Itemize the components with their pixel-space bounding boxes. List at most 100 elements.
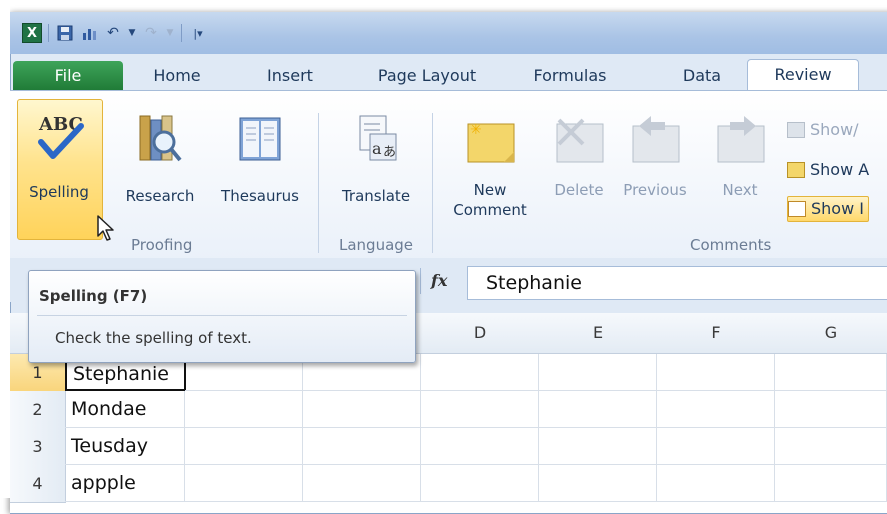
show-hide-comment-icon: [787, 122, 805, 138]
thesaurus-button[interactable]: Thesaurus: [210, 112, 310, 206]
delete-comment-icon: [556, 118, 604, 163]
previous-comment-label: Previous: [623, 181, 687, 199]
next-comment-icon: [717, 116, 765, 163]
tab-formulas[interactable]: Formulas: [520, 61, 620, 91]
grid-cell[interactable]: [539, 354, 657, 391]
customize-icon[interactable]: |▾: [188, 23, 208, 43]
tooltip-title: Spelling (F7): [39, 287, 148, 305]
next-comment-button[interactable]: Next: [708, 112, 772, 200]
grid-cell[interactable]: [185, 465, 303, 502]
grid-cell[interactable]: [775, 428, 887, 465]
spelling-button[interactable]: ABC Spelling: [23, 108, 95, 202]
research-label: Research: [125, 187, 195, 205]
grid-cell[interactable]: [421, 391, 539, 428]
row-header-4[interactable]: 4: [10, 465, 66, 503]
grid-cell[interactable]: [421, 354, 539, 391]
spelling-tooltip: Spelling (F7) Check the spelling of text…: [28, 270, 416, 363]
grid-cell[interactable]: [775, 354, 887, 391]
svg-text:a: a: [372, 139, 382, 158]
tab-data[interactable]: Data: [672, 61, 732, 91]
formula-bar-separator: [420, 268, 421, 294]
column-header-d[interactable]: D: [421, 313, 540, 354]
undo-icon[interactable]: ↶: [103, 23, 123, 43]
tooltip-body: Check the spelling of text.: [55, 329, 252, 347]
show-ink-button[interactable]: Show I: [787, 196, 869, 222]
tab-insert[interactable]: Insert: [250, 61, 330, 91]
new-comment-button[interactable]: ✳ New Comment: [440, 112, 540, 220]
cell-a4[interactable]: appple: [65, 465, 185, 502]
grid-cell[interactable]: [185, 391, 303, 428]
formula-input[interactable]: Stephanie: [467, 266, 887, 300]
grid-cell[interactable]: [421, 428, 539, 465]
tab-home[interactable]: Home: [137, 61, 217, 91]
grid-cell[interactable]: [539, 465, 657, 502]
group-separator: [318, 113, 319, 253]
show-all-comments-label: Show A: [810, 160, 870, 179]
delete-comment-button[interactable]: Delete: [545, 112, 613, 200]
title-bar: X ↶ ▼ ↷ ▼ |▾: [10, 12, 887, 54]
show-all-comments-button[interactable]: Show A: [787, 158, 869, 182]
grid-cell[interactable]: [775, 391, 887, 428]
grid-cell[interactable]: [303, 428, 421, 465]
redo-dropdown-icon[interactable]: ▼: [165, 23, 175, 43]
chart-icon[interactable]: [79, 23, 99, 43]
new-comment-icon: ✳: [467, 122, 515, 163]
save-icon[interactable]: [55, 23, 75, 43]
research-button[interactable]: Research: [118, 112, 202, 206]
thesaurus-label: Thesaurus: [221, 187, 299, 205]
research-icon: [139, 115, 182, 162]
tab-review[interactable]: Review: [747, 59, 859, 92]
show-ink-icon: [788, 201, 806, 217]
qat-separator: [181, 24, 182, 42]
next-comment-label: Next: [722, 181, 758, 199]
excel-icon[interactable]: X: [22, 23, 42, 43]
grid-cell[interactable]: [303, 465, 421, 502]
row-header-3[interactable]: 3: [10, 428, 66, 466]
redo-icon[interactable]: ↷: [141, 23, 161, 43]
tab-page-layout[interactable]: Page Layout: [362, 61, 492, 91]
show-ink-label: Show I: [811, 199, 864, 218]
cell-a3[interactable]: Teusday: [65, 428, 185, 465]
grid-cell[interactable]: [657, 465, 775, 502]
previous-comment-button[interactable]: Previous: [615, 112, 695, 200]
spelling-icon: ABC: [38, 114, 84, 159]
grid-cell[interactable]: [539, 391, 657, 428]
qat-separator: [48, 24, 49, 42]
group-label-proofing: Proofing: [131, 236, 193, 254]
grid-cell[interactable]: [657, 354, 775, 391]
translate-button[interactable]: a あ Translate: [326, 112, 426, 206]
insert-function-icon[interactable]: fx: [431, 271, 447, 290]
grid-cell[interactable]: [775, 465, 887, 502]
group-label-language: Language: [339, 236, 414, 254]
translate-label: Translate: [341, 187, 411, 205]
grid-cell[interactable]: [421, 465, 539, 502]
translate-icon: a あ: [359, 115, 397, 161]
desktop-edge: [0, 0, 10, 498]
thesaurus-icon: [239, 117, 281, 161]
row-header-2[interactable]: 2: [10, 391, 66, 429]
grid-cell[interactable]: [657, 391, 775, 428]
svg-text:あ: あ: [383, 145, 396, 160]
svg-text:✳: ✳: [470, 122, 482, 138]
show-all-comments-icon: [787, 162, 805, 178]
quick-access-toolbar: X ↶ ▼ ↷ ▼ |▾: [22, 22, 208, 44]
mouse-cursor-icon: [97, 215, 114, 241]
grid-cell[interactable]: [185, 428, 303, 465]
previous-comment-icon: [632, 116, 680, 163]
column-header-g[interactable]: G: [775, 313, 887, 354]
undo-dropdown-icon[interactable]: ▼: [127, 23, 137, 43]
grid-cell[interactable]: [303, 391, 421, 428]
grid-cell[interactable]: [539, 428, 657, 465]
group-separator: [432, 113, 433, 253]
tab-file[interactable]: File: [13, 61, 123, 91]
new-comment-label-line2: Comment: [453, 201, 527, 219]
show-hide-comment-button[interactable]: Show/: [787, 118, 859, 142]
cell-a2[interactable]: Mondae: [65, 391, 185, 428]
show-hide-comment-label: Show/: [810, 120, 859, 139]
grid-cell[interactable]: [657, 428, 775, 465]
tooltip-separator: [37, 315, 407, 316]
column-header-e[interactable]: E: [539, 313, 658, 354]
group-label-comments: Comments: [690, 236, 772, 254]
new-comment-label-line1: New: [473, 181, 507, 199]
column-header-f[interactable]: F: [657, 313, 776, 354]
